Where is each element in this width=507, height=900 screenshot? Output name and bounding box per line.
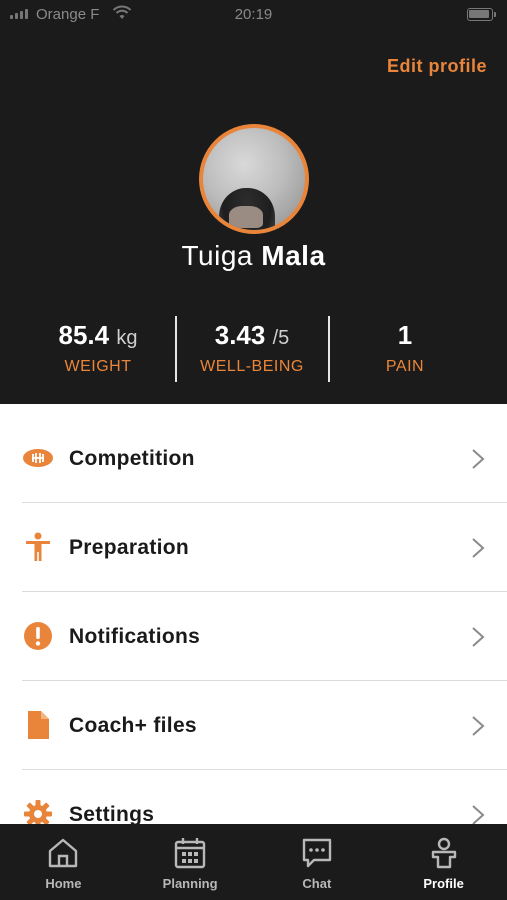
tab-label: Profile xyxy=(423,876,464,891)
menu-item-settings[interactable]: Settings xyxy=(22,770,507,824)
menu-item-label: Competition xyxy=(69,447,195,470)
menu-item-label: Settings xyxy=(69,803,155,824)
stat-pain: 1 PAIN xyxy=(325,312,485,376)
stats-row: 85.4 kg WEIGHT 3.43 /5 WELL-BEING 1 PAIN xyxy=(0,312,507,384)
user-name: Tuiga Mala xyxy=(0,240,507,272)
weight-unit: kg xyxy=(116,327,138,349)
stat-weight: 85.4 kg WEIGHT xyxy=(18,312,178,376)
weight-label: WEIGHT xyxy=(64,358,132,375)
pain-value: 1 xyxy=(397,320,413,350)
home-icon xyxy=(49,838,78,868)
edit-profile-button[interactable]: Edit profile xyxy=(387,56,487,77)
person-icon xyxy=(26,532,50,561)
menu-item-notifications[interactable]: Notifications xyxy=(22,592,507,681)
tab-label: Chat xyxy=(302,876,332,891)
tab-bar: Home Planning Chat Profile xyxy=(0,824,507,900)
status-bar: Orange F 20:19 xyxy=(0,0,507,30)
profile-icon xyxy=(431,837,456,869)
first-name: Tuiga xyxy=(181,240,253,271)
battery-icon xyxy=(467,8,496,21)
menu-item-label: Coach+ files xyxy=(69,714,197,737)
stat-value: 85.4 kg xyxy=(18,312,178,352)
stat-value: 1 xyxy=(325,312,485,352)
avatar[interactable] xyxy=(199,124,309,234)
chevron-right-icon xyxy=(472,538,485,558)
menu-item-preparation[interactable]: Preparation xyxy=(22,503,507,592)
tab-label: Planning xyxy=(162,876,218,891)
last-name: Mala xyxy=(261,240,326,271)
well-being-value: 3.43 xyxy=(214,320,266,350)
calendar-icon xyxy=(174,838,206,869)
chevron-right-icon xyxy=(472,716,485,736)
tab-label: Home xyxy=(45,876,82,891)
stat-well-being: 3.43 /5 WELL-BEING xyxy=(172,312,332,376)
file-icon xyxy=(28,711,49,739)
well-being-unit: /5 xyxy=(272,327,290,349)
chevron-right-icon xyxy=(472,449,485,469)
profile-menu: Competition Preparation Notifications Co xyxy=(0,404,507,824)
chevron-right-icon xyxy=(472,805,485,824)
weight-value: 85.4 xyxy=(58,320,110,350)
rugby-ball-icon xyxy=(23,449,53,467)
tab-home[interactable]: Home xyxy=(0,824,127,900)
stat-value: 3.43 /5 xyxy=(172,312,332,352)
menu-item-coach-files[interactable]: Coach+ files xyxy=(22,681,507,770)
clock: 20:19 xyxy=(234,6,273,23)
exclamation-icon xyxy=(24,622,52,650)
menu-item-label: Notifications xyxy=(69,625,201,648)
chat-icon xyxy=(302,838,332,868)
chevron-right-icon xyxy=(472,627,485,647)
pain-label: PAIN xyxy=(385,358,425,375)
gear-icon xyxy=(24,800,52,824)
menu-item-competition[interactable]: Competition xyxy=(22,414,507,503)
well-being-label: WELL-BEING xyxy=(200,358,304,375)
tab-planning[interactable]: Planning xyxy=(127,824,254,900)
avatar-face xyxy=(229,206,263,228)
tab-profile[interactable]: Profile xyxy=(380,824,507,900)
tab-chat[interactable]: Chat xyxy=(254,824,381,900)
menu-item-label: Preparation xyxy=(69,536,189,559)
